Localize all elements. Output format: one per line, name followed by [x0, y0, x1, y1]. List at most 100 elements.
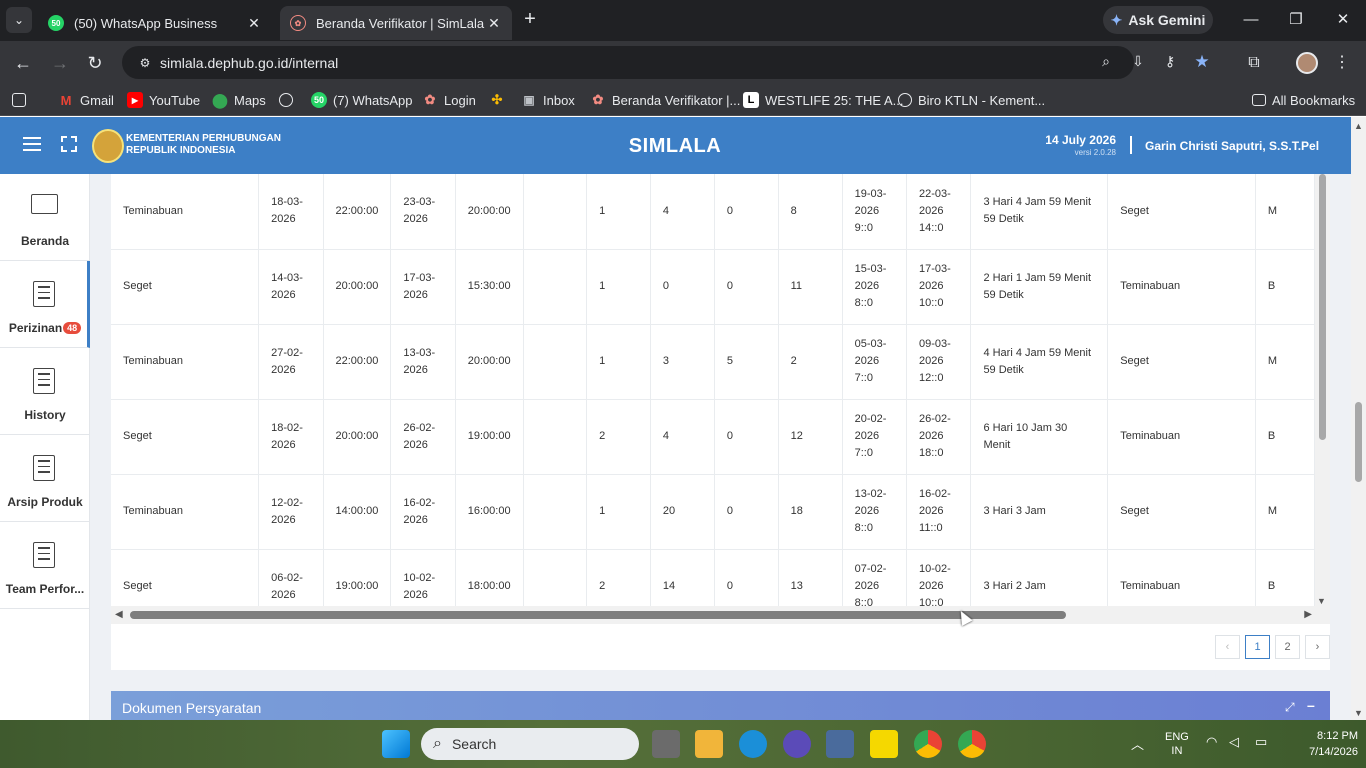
sidebar-item-beranda[interactable]: Beranda	[0, 174, 90, 261]
table-cell: 4	[650, 399, 715, 475]
pagination-page-1[interactable]: 1	[1245, 635, 1270, 659]
minimize-icon[interactable]: —	[1236, 8, 1266, 32]
sidebar-item-arsip-produk[interactable]: Arsip Produk	[0, 435, 90, 522]
tab-title: Beranda Verifikator | SimLala	[316, 15, 485, 31]
sidebar-item-history[interactable]: History	[0, 348, 90, 435]
table-cell: 1	[586, 174, 651, 250]
pagination-page-2[interactable]: 2	[1275, 635, 1300, 659]
bookmark-login[interactable]: ✿ Login	[422, 91, 476, 109]
menu-kebab-icon[interactable]: ⋮	[1330, 51, 1354, 75]
scrollbar-thumb[interactable]	[130, 611, 1066, 619]
pagination-prev[interactable]: ‹	[1215, 635, 1240, 659]
app-icon[interactable]	[783, 730, 811, 758]
battery-icon[interactable]: ▭	[1255, 734, 1267, 750]
table-cell: Seget	[1107, 324, 1256, 400]
bookmark-gmail[interactable]: M Gmail	[58, 91, 114, 109]
sticky-notes-icon[interactable]	[870, 730, 898, 758]
scrollbar-thumb[interactable]	[1355, 402, 1362, 482]
table-row: Seget 06-02-2026 19:00:00 10-02-2026 18:00:0…	[111, 549, 1315, 606]
bookmark-whatsapp[interactable]: 50 (7) WhatsApp	[311, 91, 412, 109]
youtube-icon: ▶	[127, 92, 143, 108]
table-vertical-scrollbar[interactable]: ▼	[1315, 174, 1330, 606]
bookmark-pinwheel[interactable]: ✣	[489, 91, 511, 109]
tab-whatsapp[interactable]: 50 (50) WhatsApp Business ✕	[38, 6, 272, 40]
fullscreen-icon[interactable]	[61, 136, 77, 152]
hamburger-menu-icon[interactable]	[23, 137, 41, 153]
zoom-icon[interactable]: ⌕	[1095, 53, 1117, 71]
bookmark-star-icon[interactable]: ★	[1191, 52, 1213, 71]
volume-icon[interactable]: ◁	[1229, 734, 1239, 750]
bookmark-biro-ktln[interactable]: Biro KTLN - Kement...	[898, 91, 1045, 109]
inbox-icon: ▣	[523, 93, 535, 107]
bookmark-beranda[interactable]: ✿ Beranda Verifikator |...	[590, 91, 741, 109]
profile-avatar[interactable]	[1296, 52, 1318, 74]
tab-search-chevron-icon[interactable]: ⌄	[6, 7, 32, 33]
bookmark-inbox[interactable]: ▣ Inbox	[521, 91, 574, 109]
scrollbar-thumb[interactable]	[1319, 174, 1326, 440]
file-explorer-icon[interactable]	[695, 730, 723, 758]
bookmark-maps[interactable]: ⬤ Maps	[212, 91, 266, 109]
sidebar-item-perizinan[interactable]: Perizinan 48	[0, 261, 90, 348]
table-row: Seget 14-03-2026 20:00:00 17-03-2026 15:30:0…	[111, 249, 1315, 325]
extensions-puzzle-icon[interactable]: ⧉	[1242, 51, 1266, 75]
wifi-icon[interactable]: ◠	[1206, 734, 1217, 750]
table-horizontal-scrollbar[interactable]: ◀ ▶	[111, 606, 1330, 624]
site-info-icon[interactable]: ⚙	[132, 56, 158, 70]
table-cell	[523, 174, 588, 250]
tab-simlala[interactable]: ✿ Beranda Verifikator | SimLala ✕	[280, 6, 512, 40]
table-cell: 19:00:00	[455, 399, 524, 475]
windows-start-icon[interactable]	[382, 730, 410, 758]
reload-icon[interactable]: ↻	[83, 51, 107, 75]
scroll-down-arrow-icon[interactable]: ▼	[1354, 708, 1363, 718]
table-cell: 20:00:00	[323, 399, 392, 475]
ask-gemini-button[interactable]: ✦ Ask Gemini	[1103, 6, 1213, 34]
bookmark-globe[interactable]	[279, 91, 299, 109]
table-cell: 11	[778, 249, 843, 325]
taskbar-search-box[interactable]: ⌕ Search	[421, 728, 639, 760]
install-app-icon[interactable]: ⇩	[1127, 53, 1149, 71]
app-title: SIMLALA	[628, 135, 722, 157]
table-cell: 3	[650, 324, 715, 400]
forward-arrow-icon[interactable]: →	[48, 51, 72, 75]
apps-grid-icon[interactable]	[12, 91, 32, 109]
user-name[interactable]: Garin Christi Saputri, S.S.T.Pel	[1145, 139, 1319, 153]
close-window-icon[interactable]: ✕	[1328, 8, 1358, 32]
language-indicator[interactable]: ENG IN	[1165, 730, 1189, 758]
scroll-right-arrow-icon[interactable]: ▶	[1304, 609, 1312, 620]
scroll-down-arrow-icon[interactable]: ▼	[1317, 596, 1326, 606]
table-cell: 3 Hari 2 Jam	[970, 549, 1109, 606]
bookmark-westlife[interactable]: L WESTLIFE 25: THE A...	[743, 91, 903, 109]
whatsapp-icon: 50	[311, 92, 327, 108]
system-clock[interactable]: 8:12 PM 7/14/2026	[1294, 728, 1358, 760]
close-tab-icon[interactable]: ✕	[246, 15, 262, 32]
all-bookmarks[interactable]: All Bookmarks	[1252, 91, 1355, 109]
table-cell	[523, 399, 588, 475]
back-arrow-icon[interactable]: ←	[11, 51, 35, 75]
scroll-left-arrow-icon[interactable]: ◀	[115, 609, 123, 620]
table-scroll-area[interactable]: Teminabuan 18-03-2026 22:00:00 23-03-2026 20…	[111, 174, 1315, 606]
collapse-icon[interactable]: –	[1307, 697, 1315, 713]
globe-icon	[279, 93, 293, 107]
table-cell: 06-02-2026	[258, 549, 324, 606]
close-tab-icon[interactable]: ✕	[486, 15, 502, 32]
bookmark-youtube[interactable]: ▶ YouTube	[127, 91, 200, 109]
pagination-next[interactable]: ›	[1305, 635, 1330, 659]
table-cell: B	[1255, 549, 1315, 606]
table-cell: 2	[778, 324, 843, 400]
table-cell: 18:00:00	[455, 549, 524, 606]
address-bar[interactable]: ⚙ simlala.dephub.go.id/internal	[122, 46, 1134, 79]
scroll-up-arrow-icon[interactable]: ▲	[1354, 121, 1363, 131]
show-hidden-icons-chevron-icon[interactable]: ︿	[1131, 734, 1144, 753]
edge-icon[interactable]	[739, 730, 767, 758]
camera-app-icon[interactable]	[826, 730, 854, 758]
chrome-icon[interactable]	[914, 730, 942, 758]
sidebar-item-team-performance[interactable]: Team Perfor...	[0, 522, 90, 609]
expand-icon[interactable]: ⤢	[1285, 700, 1295, 715]
new-tab-plus-icon[interactable]: +	[519, 8, 541, 30]
page-vertical-scrollbar[interactable]: ▲ ▼	[1351, 117, 1366, 720]
maximize-icon[interactable]: ❐	[1281, 8, 1311, 32]
task-view-icon[interactable]	[652, 730, 680, 758]
chrome-profile-icon[interactable]	[958, 730, 986, 758]
table-cell: 6 Hari 10 Jam 30 Menit	[970, 399, 1109, 475]
password-key-icon[interactable]: ⚷	[1159, 53, 1181, 71]
